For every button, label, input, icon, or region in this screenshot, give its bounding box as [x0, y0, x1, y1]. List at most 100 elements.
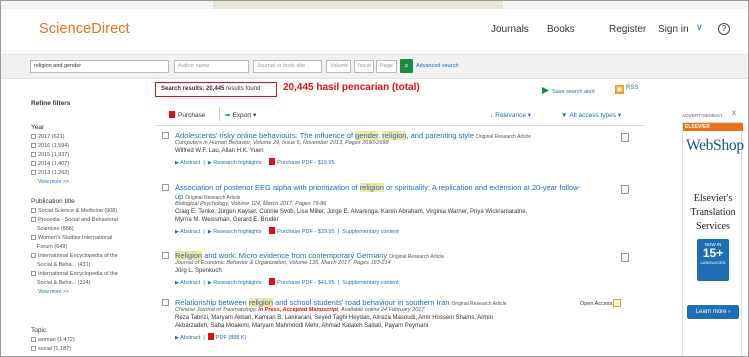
- article-type: Original Research Article: [451, 301, 507, 307]
- result-title[interactable]: Religion and work: Micro evidence from c…: [175, 251, 444, 260]
- result-links: ▶ Abstract | PDF (888 K): [175, 333, 247, 341]
- checkbox[interactable]: [31, 208, 36, 213]
- checkbox[interactable]: [31, 152, 36, 157]
- filter-pub-3-cont: Forum (649): [37, 244, 68, 250]
- abstract-link[interactable]: Abstract: [180, 280, 200, 286]
- ad-webshop-title: WebShop: [686, 137, 744, 154]
- expand-icon: ▶: [207, 229, 212, 235]
- checkbox[interactable]: [31, 143, 36, 148]
- document-icon[interactable]: [621, 185, 629, 194]
- nav-register[interactable]: Register: [609, 24, 646, 35]
- close-icon[interactable]: X: [732, 111, 736, 117]
- open-access-icon: [613, 299, 622, 307]
- abstract-link[interactable]: Abstract: [180, 160, 200, 166]
- nav-journals[interactable]: Journals: [491, 24, 529, 35]
- search-button[interactable]: ⌕: [400, 59, 413, 73]
- filter-pub-4-cont: Social & Beha... (431): [37, 262, 91, 268]
- checkbox[interactable]: [31, 346, 36, 351]
- publication-filter-title: Publication title: [31, 198, 75, 205]
- help-icon[interactable]: ?: [718, 23, 730, 35]
- result-links: ▶ Abstract | ▶ Research highlights Purch…: [175, 278, 399, 286]
- filter-pub-5[interactable]: International Encyclopedia of the: [31, 271, 118, 277]
- purchase-pdf-link[interactable]: Purchase PDF - $39.95: [277, 229, 334, 235]
- filter-year-2015[interactable]: 2015 (1,937): [31, 152, 69, 158]
- checkbox[interactable]: [31, 235, 36, 240]
- filter-year-2013[interactable]: 2013 (1,262): [31, 170, 69, 176]
- supplementary-link[interactable]: Supplementary content: [342, 229, 399, 235]
- result-checkbox[interactable]: [162, 132, 169, 139]
- filter-pub-2[interactable]: Procedia - Social and Behavioral: [31, 217, 118, 223]
- result-source: Computers in Human Behavior, Volume 29, …: [175, 140, 389, 146]
- sciencedirect-logo[interactable]: ScienceDirect: [39, 21, 130, 37]
- checkbox[interactable]: [31, 161, 36, 166]
- issue-input[interactable]: Issue: [354, 60, 374, 73]
- elsevier-logo: ELSEVIER: [683, 123, 743, 131]
- result-title-cont[interactable]: up Original Research Article: [175, 192, 240, 201]
- pdf-icon: [207, 333, 214, 340]
- document-icon[interactable]: [621, 253, 629, 262]
- publication-view-more-link[interactable]: View more >>: [38, 289, 69, 295]
- filter-year-2016[interactable]: 2016 (1,594): [31, 143, 69, 149]
- filter-topic-social[interactable]: social (1,187): [31, 346, 71, 352]
- checkbox[interactable]: [31, 337, 36, 342]
- supplementary-link[interactable]: Supplementary content: [342, 280, 399, 286]
- result-checkbox[interactable]: [162, 252, 169, 259]
- filter-pub-2-cont: Sciences (656): [37, 226, 74, 232]
- expand-icon: ▶: [207, 280, 212, 286]
- keywords-input[interactable]: religion and gender: [30, 60, 169, 73]
- highlights-link[interactable]: Research highlights: [213, 229, 261, 235]
- nav-books[interactable]: Books: [547, 24, 575, 35]
- result-authors: Reza Tabrizi, Maryam Akbari, Kamran B. L…: [175, 315, 493, 321]
- result-checkbox[interactable]: [162, 184, 169, 191]
- sort-relevance-dropdown[interactable]: ↓ Relevance ▾: [490, 111, 531, 119]
- page-input[interactable]: Page: [376, 60, 397, 73]
- year-view-more-link[interactable]: View more >>: [38, 179, 69, 185]
- document-icon[interactable]: [621, 133, 629, 142]
- filter-pub-1[interactable]: Social Science & Medicine (908): [31, 208, 117, 214]
- result-authors: Craig E. Tenke, Jürgen Kayser, Connie Sv…: [175, 209, 528, 215]
- volume-input[interactable]: Volume: [326, 60, 351, 73]
- result-title[interactable]: Association of posterior EEG alpha with …: [175, 183, 581, 192]
- learn-more-button[interactable]: Learn more ›: [687, 305, 739, 319]
- checkbox[interactable]: [31, 217, 36, 222]
- advertisement[interactable]: ELSEVIER WebShop Elsevier's Translation …: [682, 122, 744, 356]
- filter-pub-4[interactable]: International Encyclopedia of the: [31, 253, 118, 259]
- expand-icon: ▶: [175, 160, 179, 166]
- checkbox[interactable]: [31, 170, 36, 175]
- access-type-dropdown[interactable]: ▼ All access types ▾: [561, 111, 621, 119]
- filter-year-2014[interactable]: 2014 (1,407): [31, 161, 69, 167]
- purchase-pdf-link[interactable]: Purchase PDF - $41.95: [277, 280, 334, 286]
- pdf-icon: [269, 278, 276, 285]
- abstract-link[interactable]: Abstract: [180, 335, 200, 341]
- nav-sign-in[interactable]: Sign in: [658, 24, 689, 35]
- result-checkbox[interactable]: [162, 299, 169, 306]
- filter-topic-woman[interactable]: woman (1,472): [31, 337, 75, 343]
- chevron-down-icon[interactable]: ∨: [696, 22, 703, 33]
- purchase-pdf-link[interactable]: Purchase PDF - $19.95: [277, 160, 334, 166]
- rss-link[interactable]: ▣ RSS: [615, 85, 638, 94]
- browser-viewport: ScienceDirect Journals Books Register Si…: [0, 0, 749, 357]
- advanced-search-link[interactable]: Advanced search: [416, 63, 459, 69]
- year-filter-title: Year: [31, 124, 45, 131]
- save-search-alert-link[interactable]: Save search alert: [542, 87, 595, 95]
- results-count-box: Search results: 20,445 results found: [155, 82, 277, 97]
- filter-year-2017[interactable]: 2017 (621): [31, 134, 65, 140]
- expand-icon: ▶: [175, 335, 179, 341]
- filter-pub-3[interactable]: Women's Studies International: [31, 235, 112, 241]
- highlights-link[interactable]: Research highlights: [213, 160, 261, 166]
- checkbox[interactable]: [31, 253, 36, 258]
- result-title[interactable]: Relationship between religion and school…: [175, 298, 507, 307]
- checkbox[interactable]: [31, 134, 36, 139]
- journal-input[interactable]: Journal or book title: [253, 60, 322, 73]
- filter-pub-5-cont: Social & Beha... (314): [37, 280, 91, 286]
- author-input[interactable]: Author name: [174, 60, 249, 73]
- checkbox[interactable]: [31, 271, 36, 276]
- pdf-link[interactable]: PDF (888 K): [216, 335, 247, 341]
- result-title[interactable]: Adolescents' risky online behaviours: Th…: [175, 131, 531, 140]
- export-button[interactable]: ➦ Export ▾: [225, 111, 256, 119]
- highlights-link[interactable]: Research highlights: [213, 280, 261, 286]
- purchase-button[interactable]: Purchase: [169, 111, 205, 119]
- open-access-badge: Open Access: [580, 299, 622, 307]
- abstract-link[interactable]: Abstract: [180, 229, 200, 235]
- article-type: Original Research Article: [476, 134, 532, 140]
